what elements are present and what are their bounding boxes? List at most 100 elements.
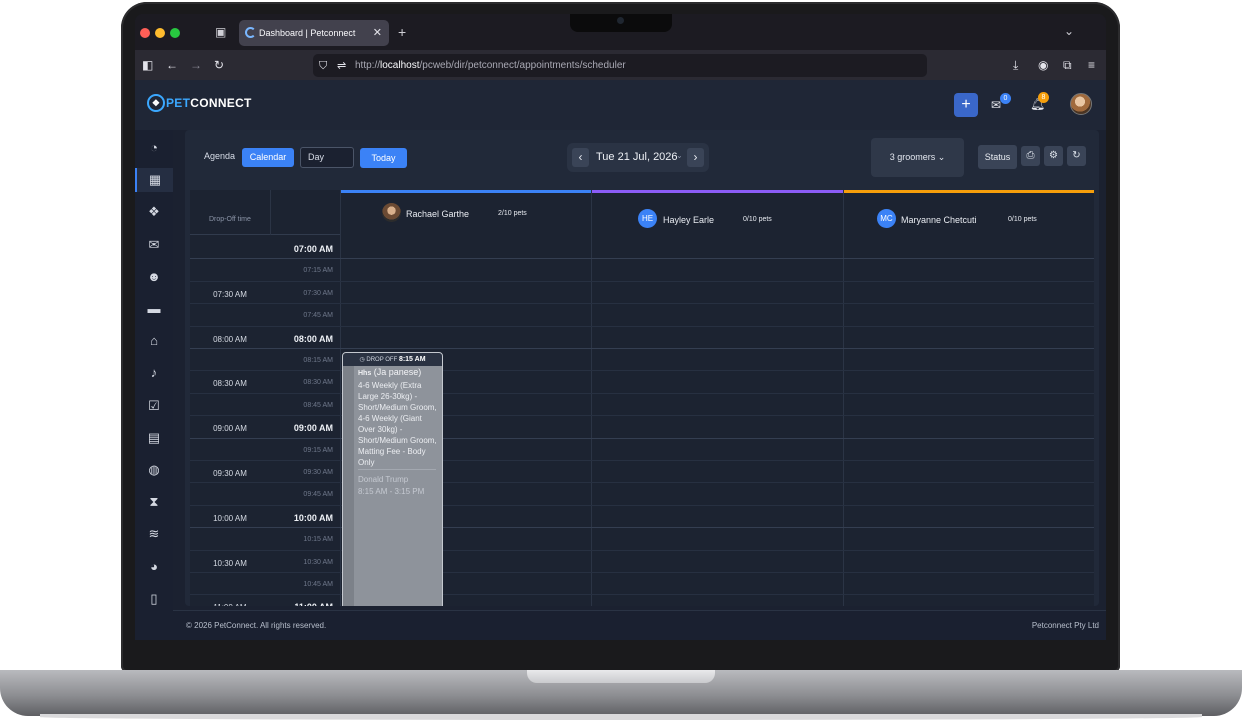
store-icon[interactable]: ⌂ (135, 329, 173, 353)
calendar-icon[interactable]: ▦ (135, 168, 173, 193)
new-tab-icon[interactable]: + (398, 24, 406, 40)
copyright: © 2026 PetConnect. All rights reserved. (186, 621, 327, 630)
dropoff-label: DROP OFF (366, 357, 398, 363)
sidebar-icon[interactable]: ◧ (142, 59, 153, 71)
print-button[interactable]: ⎙ (1021, 146, 1040, 166)
chat-icon[interactable]: ✉ (135, 233, 173, 257)
prev-day-button[interactable]: ‹ (572, 148, 589, 167)
next-day-button[interactable]: › (687, 148, 704, 167)
slot-line (190, 527, 1094, 529)
groomer-pets: 2/10 pets (498, 210, 527, 217)
slot-line (190, 572, 1094, 573)
dropoff-time: 8:15 AM (398, 356, 426, 363)
agenda-link[interactable]: Agenda (204, 151, 235, 161)
refresh-button[interactable]: ↻ (1067, 146, 1086, 166)
messages-badge: 0 (1000, 93, 1011, 104)
calendar-button[interactable]: Calendar (242, 148, 294, 167)
maximize-window-icon[interactable] (170, 28, 180, 38)
menu-icon[interactable]: ≡ (1088, 59, 1095, 71)
close-tab-icon[interactable]: ✕ (373, 26, 382, 39)
list-tabs-icon[interactable]: ⌄ (1064, 24, 1074, 38)
bell-icon[interactable]: ♪ (135, 361, 173, 385)
globe-icon[interactable]: ◍ (135, 458, 173, 482)
file-help-icon[interactable]: ▯ (135, 587, 173, 611)
groomer-column-header[interactable]: Rachael Garthe 2/10 pets (341, 190, 591, 235)
current-date[interactable]: Tue 21 Jul, 2026 (596, 151, 678, 163)
register-icon[interactable]: ▬ (135, 297, 173, 321)
groomers-label: 3 groomers (889, 152, 936, 162)
chart-pie-icon[interactable]: ◕ (135, 555, 173, 579)
slot-line (190, 437, 1094, 439)
scheduler-panel: Agenda Calendar Day Today ‹ Tue 21 Jul, … (185, 130, 1099, 606)
chevron-down-icon[interactable]: ⌄ (676, 151, 683, 160)
company-name: Petconnect Pty Ltd (1031, 621, 1099, 630)
groomer-column-header[interactable]: HE Hayley Earle 0/10 pets (592, 190, 843, 235)
url-path: /pcweb/dir/petconnect/appointments/sched… (419, 60, 626, 71)
url-bar[interactable]: ⛉ ⇌ http://localhost/pcweb/dir/petconnec… (313, 54, 927, 77)
date-navigator: ‹ Tue 21 Jul, 2026 ⌄ › (567, 143, 709, 172)
laptop-lip (527, 670, 715, 683)
status-button[interactable]: Status (978, 145, 1017, 169)
shield-icon[interactable]: ⛉ (319, 60, 327, 72)
time-slot-label: 10:45 AM (303, 581, 333, 588)
time-slot-label: 07:15 AM (303, 267, 333, 275)
dashboard-icon[interactable]: ◔ (135, 136, 173, 160)
day-grid: Drop-Off time Rachael Garthe 2/10 pets H… (190, 190, 1094, 606)
slot-line (190, 280, 1094, 282)
add-button[interactable]: + (954, 93, 978, 117)
users-icon[interactable]: ☻ (135, 265, 173, 289)
forward-icon[interactable]: → (190, 59, 202, 71)
loading-icon (245, 27, 256, 38)
back-icon[interactable]: ← (166, 59, 178, 71)
view-select[interactable]: Day (300, 147, 354, 168)
extensions-icon[interactable]: ⧉ (1063, 59, 1072, 71)
download-icon[interactable]: ⤓ (1013, 59, 1018, 71)
appointment-card[interactable]: ◷ DROP OFF 8:15 AM Hhs (Ja panese) 4-6 W… (342, 352, 443, 606)
tab-overview-icon[interactable]: ▣ (215, 25, 226, 39)
divider (340, 190, 341, 606)
groomers-select[interactable]: 3 groomers ⌄ (871, 138, 964, 177)
appointment-owner: Donald Trump 8:15 AM - 3:15 PM (358, 474, 424, 498)
paw-icon[interactable]: ❖ (135, 200, 173, 224)
hourglass-icon[interactable]: ⧗ (135, 490, 173, 514)
permissions-icon[interactable]: ⇌ (337, 60, 346, 72)
time-slot-label: 10:30 AM (303, 558, 333, 566)
paw-logo-icon: ❖ (147, 94, 165, 112)
dropoff-slot-label: 08:00 AM (213, 334, 247, 344)
time-slot-label: 09:30 AM (303, 469, 333, 476)
dropoff-slot-label: 11:00 AM (190, 603, 270, 606)
slot-line (190, 482, 1094, 484)
today-button[interactable]: Today (360, 148, 407, 168)
laptop-shadow (40, 714, 1202, 720)
appointment-title: Hhs (Ja panese) (358, 367, 421, 377)
tab-dashboard[interactable]: Dashboard | Petconnect ✕ (239, 20, 389, 46)
time-slot-label: 09:45 AM (303, 491, 333, 499)
reload-icon[interactable]: ↻ (214, 59, 224, 71)
slot-line (190, 303, 1094, 305)
time-slot-label: 08:00 AM (293, 333, 333, 344)
user-avatar[interactable] (1070, 93, 1092, 115)
calendar-alt-icon[interactable]: ▤ (135, 426, 173, 450)
appointment-services: 4-6 Weekly (Extra Large 26-30kg) - Short… (358, 381, 437, 467)
gear-icon: ⚙ (1049, 150, 1058, 161)
petconnect-logo[interactable]: ❖ PET CONNECT (147, 94, 252, 112)
groomer-pets: 0/10 pets (743, 216, 772, 223)
groomer-name: Rachael Garthe (406, 209, 470, 219)
groomer-column-header[interactable]: MC Maryanne Chetcuti 0/10 pets (844, 190, 1094, 235)
minimize-window-icon[interactable] (155, 28, 165, 38)
slot-line (190, 370, 1094, 372)
slot-line (190, 549, 1094, 551)
dropoff-slot-label: 10:30 AM (213, 558, 247, 568)
url-host: localhost (380, 60, 420, 71)
dropoff-slot-label: 09:30 AM (213, 469, 247, 478)
calendar-check-icon[interactable]: ☑ (135, 394, 173, 418)
dropoff-header: Drop-Off time (209, 216, 251, 223)
time-slot-label: 10:15 AM (303, 536, 333, 544)
close-window-icon[interactable] (140, 28, 150, 38)
account-icon[interactable]: ◉ (1038, 59, 1048, 71)
pet-breed: (Ja panese) (373, 367, 422, 377)
camera-notch (570, 14, 672, 32)
dropoff-slot-label: 09:00 AM (213, 424, 247, 434)
settings-button[interactable]: ⚙ (1044, 146, 1063, 166)
coins-icon[interactable]: ≋ (135, 522, 173, 546)
